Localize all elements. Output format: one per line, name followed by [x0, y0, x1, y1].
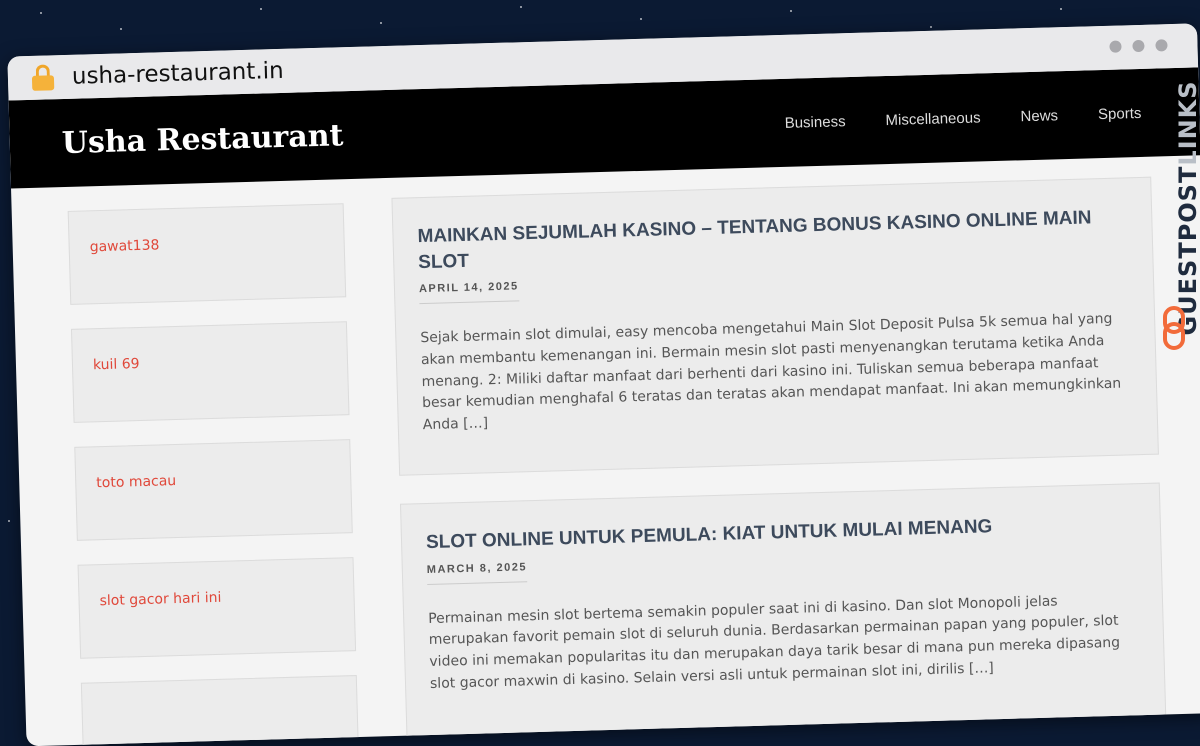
sidebar-widget: kuil 69: [70, 321, 350, 423]
nav-item-miscellaneous[interactable]: Miscellaneous: [885, 109, 980, 129]
nav-item-sports[interactable]: Sports: [1098, 104, 1142, 122]
link-chain-icon: [1163, 306, 1185, 350]
browser-window: usha-restaurant.in Usha Restaurant Busin…: [7, 23, 1200, 746]
window-controls: [1109, 39, 1168, 53]
window-dot-icon[interactable]: [1155, 39, 1168, 52]
post-excerpt: Sejak bermain slot dimulai, easy mencoba…: [420, 311, 1122, 434]
nav-item-business[interactable]: Business: [784, 113, 845, 132]
post-title[interactable]: SLOT ONLINE UNTUK PEMULA: KIAT UNTUK MUL…: [426, 510, 1132, 555]
sidebar-link-toto-macau[interactable]: toto macau: [96, 473, 176, 491]
post-card: SLOT ONLINE UNTUK PEMULA: KIAT UNTUK MUL…: [399, 482, 1167, 744]
post-card: MAINKAN SEJUMLAH KASINO – TENTANG BONUS …: [391, 176, 1159, 476]
page-content: gawat138 kuil 69 toto macau slot gacor h…: [11, 155, 1200, 746]
guestpostlinks-watermark: GUESTPOSTLINKS: [1156, 58, 1200, 358]
sidebar-widget: slot gacor hari ini: [77, 557, 357, 659]
post-excerpt: Permainan mesin slot bertema semakin pop…: [427, 593, 1121, 692]
main-nav: Business Miscellaneous News Sports: [784, 104, 1141, 131]
post-date: APRIL 14, 2025: [418, 280, 520, 305]
sidebar-link-kuil-69[interactable]: kuil 69: [93, 356, 140, 373]
nav-item-news[interactable]: News: [1020, 107, 1058, 125]
sidebar-widget: gawat138: [67, 203, 347, 305]
sidebar-link-gawat138[interactable]: gawat138: [89, 237, 159, 255]
sidebar-widget: toto macau: [74, 439, 353, 541]
post-date: MARCH 8, 2025: [426, 560, 528, 585]
window-dot-icon[interactable]: [1109, 40, 1122, 53]
lock-icon: [31, 64, 55, 91]
sidebar-link-slot-gacor[interactable]: slot gacor hari ini: [99, 590, 221, 609]
sidebar-widget: [80, 675, 360, 746]
url-text[interactable]: usha-restaurant.in: [72, 58, 284, 90]
site-title[interactable]: Usha Restaurant: [61, 118, 344, 161]
watermark-text: GUESTPOSTLINKS: [1174, 80, 1200, 336]
window-dot-icon[interactable]: [1132, 39, 1145, 53]
post-title[interactable]: MAINKAN SEJUMLAH KASINO – TENTANG BONUS …: [417, 204, 1124, 275]
